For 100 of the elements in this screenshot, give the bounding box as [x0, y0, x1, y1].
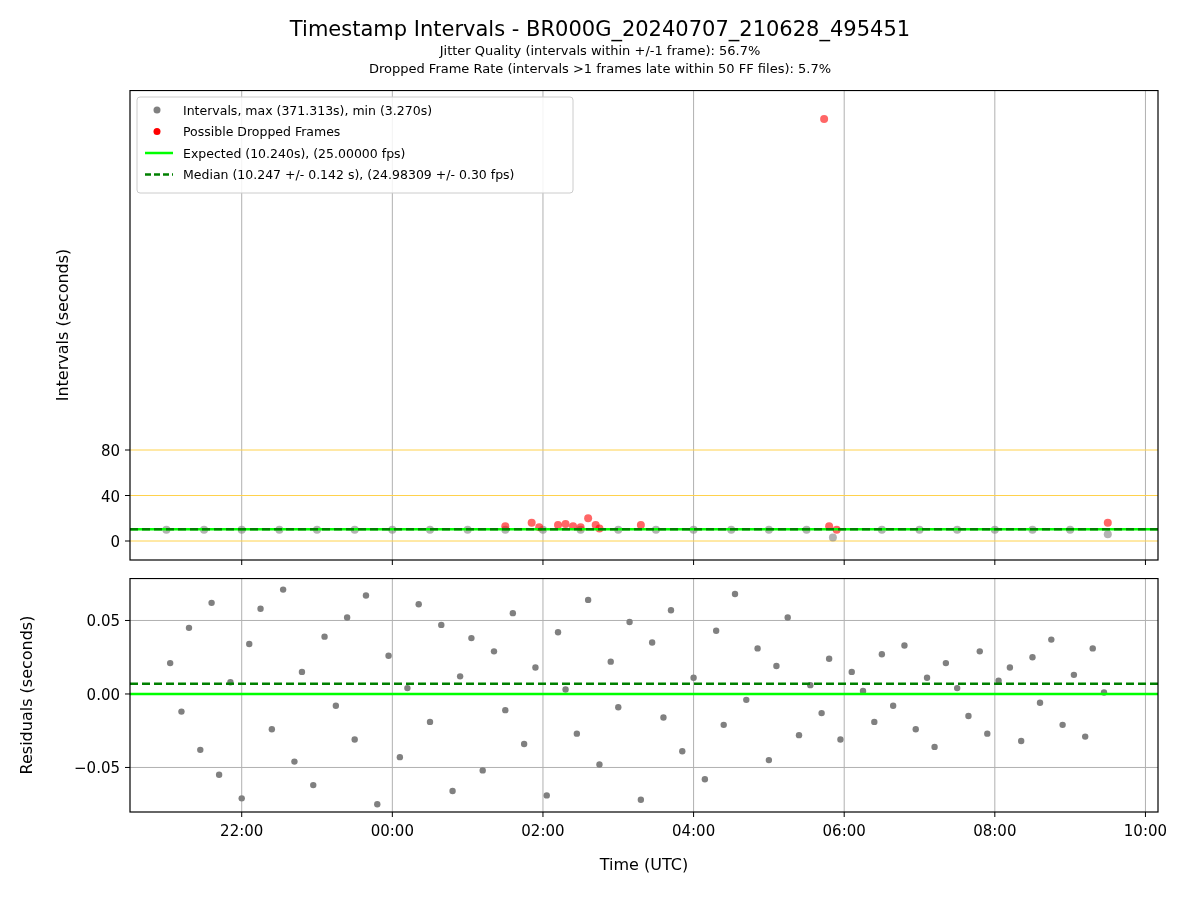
- data-point: [1070, 671, 1078, 679]
- axis-label: Residuals (seconds): [17, 615, 36, 775]
- data-point: [807, 681, 814, 689]
- data-point: [426, 718, 434, 726]
- data-point: [463, 525, 472, 534]
- data-point: [321, 633, 328, 640]
- data-point: [257, 605, 264, 612]
- data-point: [596, 761, 603, 768]
- axis-label: Time (UTC): [599, 855, 689, 874]
- data-point: [404, 684, 411, 692]
- data-point: [636, 521, 645, 530]
- data-point: [502, 706, 509, 714]
- data-point: [538, 525, 547, 534]
- legend-label: Median (10.247 +/- 0.142 s), (24.98309 +/- 0.30 fps): [183, 167, 515, 182]
- data-point: [727, 525, 736, 534]
- figure-subtitle: Dropped Frame Rate (intervals >1 frames late within 50 FF files): 5.7%: [368, 60, 832, 78]
- data-point: [976, 648, 983, 655]
- data-point: [178, 708, 185, 715]
- data-point: [162, 525, 171, 534]
- data-point: [310, 781, 317, 789]
- data-point: [701, 776, 709, 783]
- data-point: [362, 592, 370, 599]
- data-point: [915, 525, 924, 534]
- data-point: [773, 662, 780, 670]
- legend-label: Possible Dropped Frames: [183, 124, 341, 139]
- tick-label: 40: [100, 487, 120, 506]
- data-point: [532, 664, 539, 671]
- data-point: [426, 525, 434, 534]
- data-point: [449, 787, 456, 795]
- data-point: [901, 642, 908, 649]
- data-point: [820, 115, 829, 123]
- data-point: [990, 525, 999, 534]
- data-point: [743, 696, 750, 704]
- figure-title: Timestamp Intervals - BR000G_20240707_210628_495451: [289, 16, 911, 42]
- data-point: [543, 792, 550, 799]
- data-point: [923, 674, 931, 681]
- data-point: [332, 702, 340, 709]
- data-point: [667, 607, 675, 614]
- data-point: [859, 687, 867, 695]
- data-point: [984, 730, 991, 737]
- data-point: [765, 756, 773, 764]
- data-point: [802, 525, 811, 534]
- data-point: [166, 659, 174, 667]
- tick-label: 04:00: [671, 822, 716, 840]
- data-point: [795, 731, 803, 739]
- data-point: [828, 533, 837, 542]
- data-point: [208, 599, 215, 607]
- data-point: [527, 518, 536, 527]
- data-point: [468, 634, 475, 642]
- data-point: [456, 673, 464, 680]
- data-point: [877, 525, 886, 534]
- tick-label: 80: [100, 442, 120, 460]
- data-point: [351, 736, 358, 743]
- data-point: [1059, 721, 1066, 729]
- data-point: [595, 524, 604, 533]
- figure-subtitle: Jitter Quality (intervals within +/-1 frame): 56.7%: [439, 42, 761, 60]
- data-point: [438, 621, 445, 629]
- data-point: [953, 525, 962, 534]
- data-point: [298, 668, 306, 676]
- axis-label: Intervals (seconds): [53, 248, 72, 402]
- data-point: [648, 639, 656, 646]
- legend-label: Expected (10.240s), (25.00000 fps): [183, 145, 406, 161]
- data-point: [185, 624, 193, 632]
- data-point: [1018, 737, 1025, 745]
- data-point: [837, 736, 844, 743]
- data-point: [626, 618, 633, 626]
- data-point: [268, 726, 276, 733]
- data-point: [1100, 689, 1108, 696]
- data-point: [660, 714, 667, 721]
- data-point: [554, 629, 562, 636]
- data-point: [1103, 518, 1112, 527]
- data-point: [1036, 699, 1044, 706]
- data-point: [562, 686, 569, 693]
- data-point: [479, 767, 486, 774]
- data-point: [591, 521, 600, 530]
- data-point: [520, 740, 528, 748]
- data-point: [275, 525, 284, 534]
- data-point: [912, 726, 919, 733]
- data-point: [731, 590, 739, 598]
- data-point: [712, 627, 720, 634]
- data-point: [614, 525, 623, 534]
- data-point: [1089, 645, 1096, 652]
- data-point: [1028, 525, 1037, 534]
- tick-label: 02:00: [521, 822, 565, 840]
- data-point: [396, 754, 404, 761]
- data-point: [942, 659, 950, 667]
- data-point: [754, 645, 761, 652]
- tick-label: 00:00: [370, 822, 414, 840]
- data-point: [501, 522, 510, 531]
- data-point: [388, 525, 397, 534]
- tick-label: 0.05: [86, 612, 120, 631]
- data-point: [995, 677, 1002, 684]
- data-point: [832, 525, 841, 534]
- tick-label: 10:00: [1123, 822, 1168, 840]
- legend-label: Intervals, max (371.313s), min (3.270s): [183, 102, 433, 118]
- data-point: [818, 709, 825, 717]
- data-point: [931, 743, 938, 751]
- data-point: [350, 525, 359, 534]
- data-point: [1029, 654, 1036, 661]
- tick-label: 0.00: [86, 685, 120, 704]
